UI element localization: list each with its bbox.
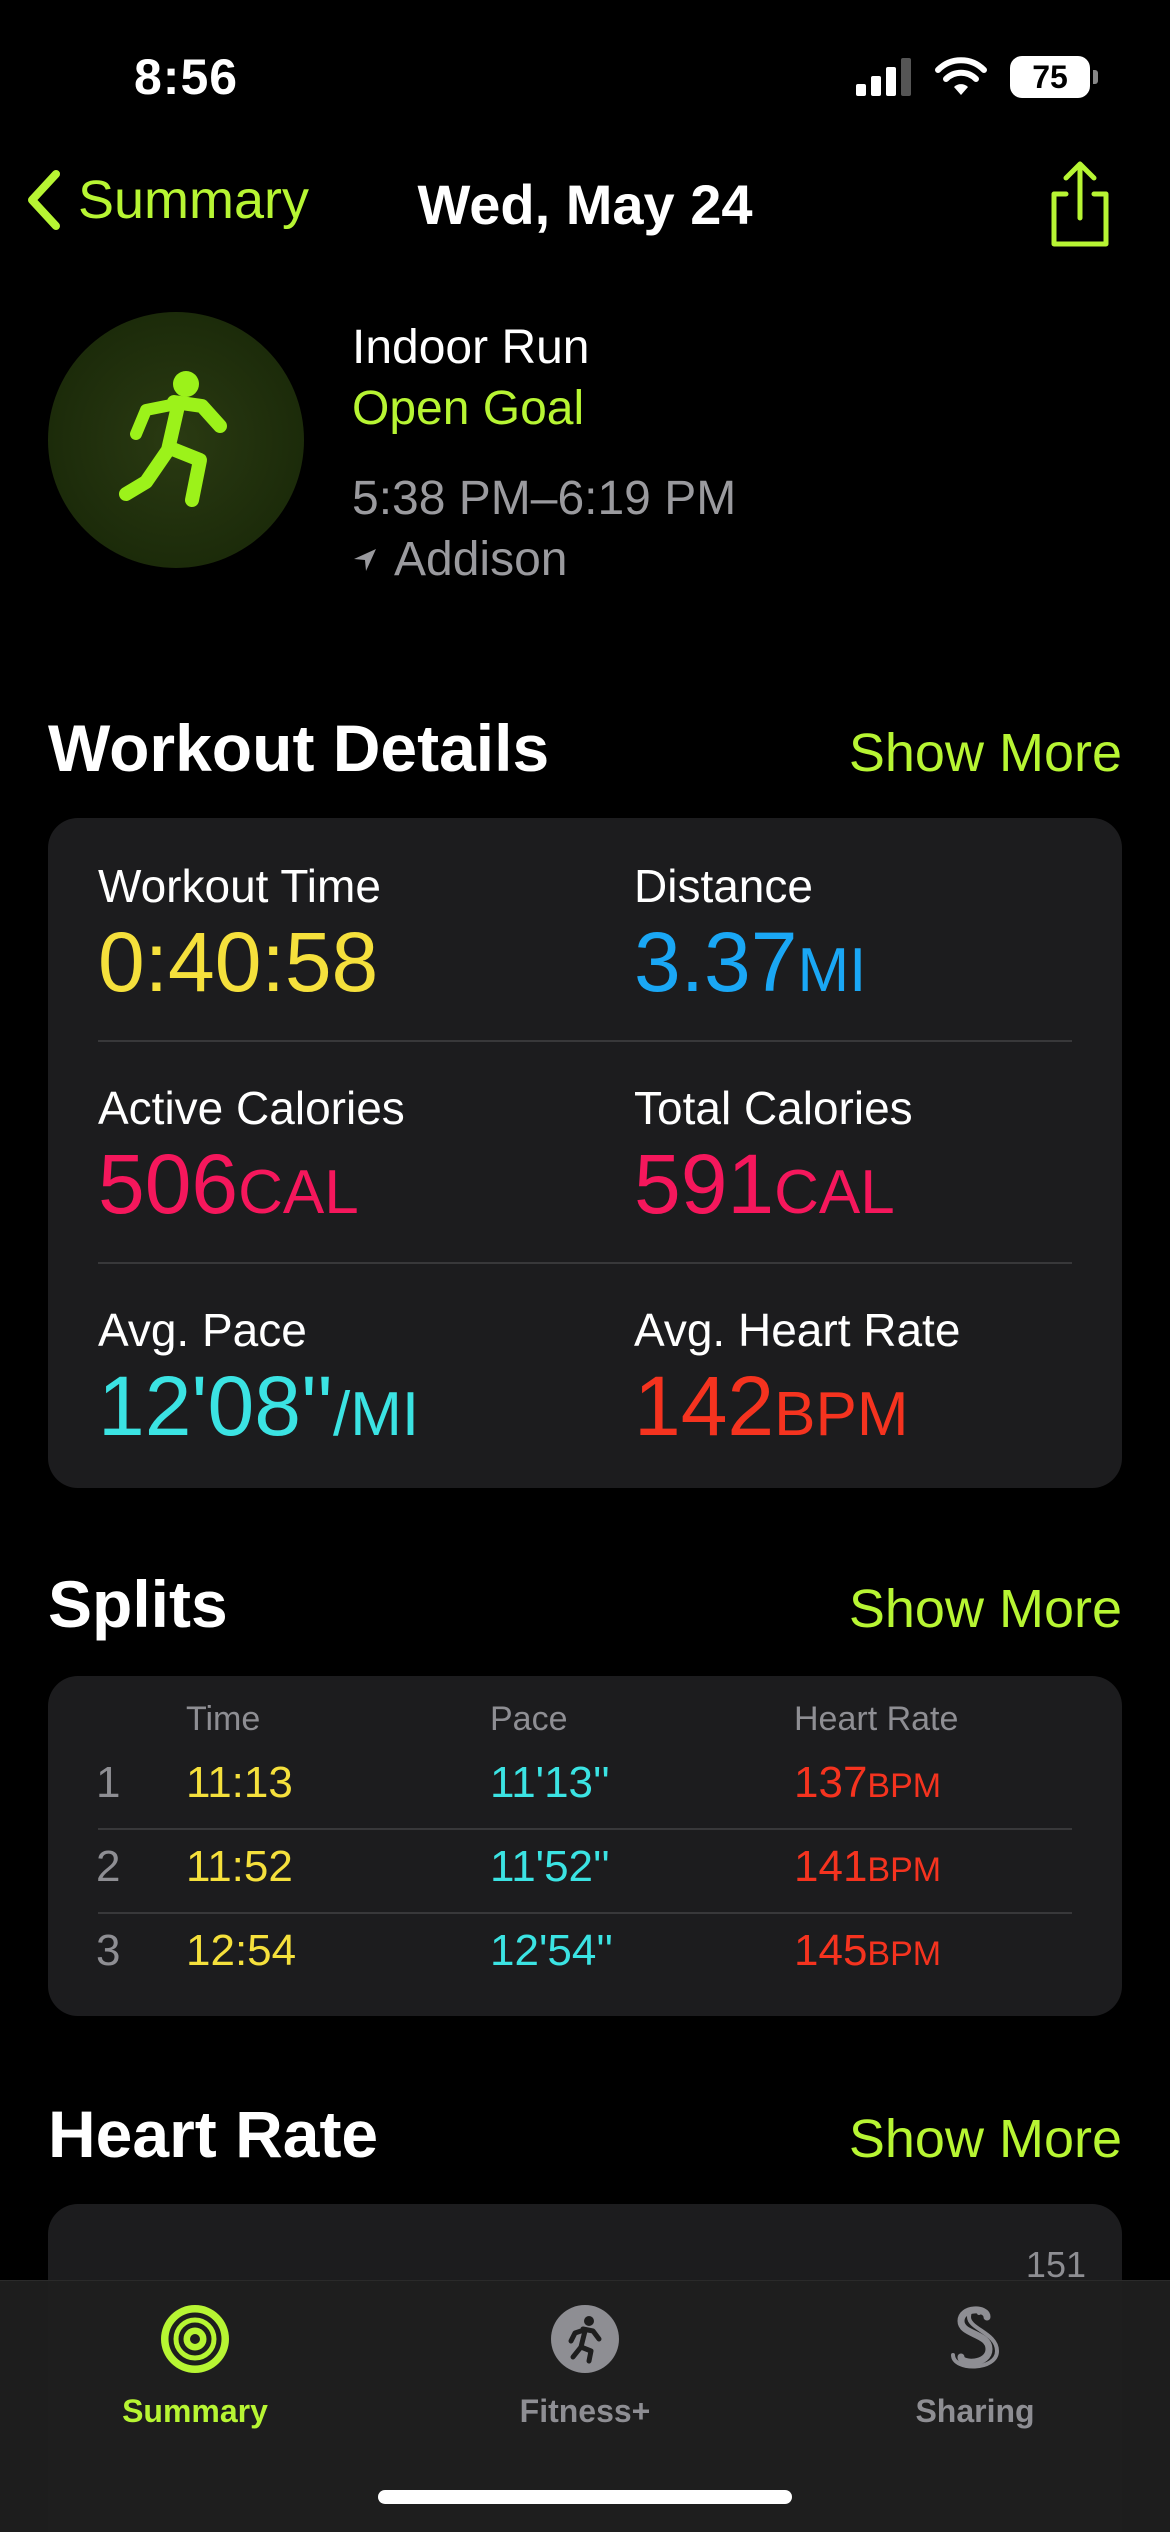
- workout-details-title: Workout Details: [48, 711, 550, 785]
- tab-label: Summary: [122, 2393, 268, 2429]
- metric-value: 142BPM: [634, 1359, 909, 1453]
- wifi-icon: [935, 57, 987, 95]
- metric-label: Total Calories: [634, 1082, 913, 1134]
- split-row: 2 11:52 11'52'' 141BPM: [48, 1828, 1122, 1912]
- splits-card: Time Pace Heart Rate 1 11:13 11'13'' 137…: [48, 1676, 1122, 2016]
- split-heart-rate: 145BPM: [794, 1926, 942, 1975]
- metric-label: Active Calories: [98, 1082, 405, 1134]
- avg-heart-rate-metric: Avg. Heart Rate 142BPM: [634, 1302, 1134, 1463]
- home-indicator: [378, 2490, 792, 2504]
- tab-fitness-plus[interactable]: Fitness+: [390, 2281, 780, 2481]
- running-figure-icon: [119, 371, 227, 507]
- page-title: Wed, May 24: [417, 173, 753, 236]
- heart-rate-show-more[interactable]: Show More: [849, 2108, 1122, 2170]
- navigation-bar: Summary Wed, May 24: [0, 160, 1170, 250]
- split-row: 3 12:54 12'54'' 145BPM: [48, 1912, 1122, 1996]
- sharing-icon: [951, 2306, 1000, 2369]
- tab-label: Sharing: [915, 2393, 1035, 2429]
- total-calories-metric: Total Calories 591CAL: [634, 1080, 1134, 1241]
- metric-label: Avg. Heart Rate: [634, 1304, 961, 1356]
- workout-name: Indoor Run: [352, 321, 590, 374]
- avg-pace-metric: Avg. Pace 12'08''/MI: [98, 1302, 598, 1463]
- tab-summary[interactable]: Summary: [0, 2281, 390, 2481]
- workout-goal: Open Goal: [352, 382, 585, 435]
- splits-column-pace: Pace: [490, 1700, 568, 1738]
- cellular-signal-icon: [856, 58, 911, 96]
- metric-value: 506CAL: [98, 1137, 359, 1231]
- heart-rate-title: Heart Rate: [48, 2097, 379, 2171]
- split-number: 3: [96, 1926, 121, 1975]
- metric-label: Distance: [634, 860, 813, 912]
- active-calories-metric: Active Calories 506CAL: [98, 1080, 598, 1241]
- share-icon: [1051, 161, 1109, 247]
- metric-label: Workout Time: [98, 860, 381, 912]
- split-number: 1: [96, 1758, 121, 1807]
- split-number: 2: [96, 1842, 121, 1891]
- tab-label: Fitness+: [519, 2393, 651, 2429]
- splits-title: Splits: [48, 1567, 228, 1641]
- split-time: 12:54: [186, 1926, 297, 1975]
- status-icons: 75: [856, 56, 1098, 98]
- share-button[interactable]: [1040, 160, 1120, 250]
- workout-details-header: Workout Details Show More: [48, 710, 1122, 800]
- splits-column-time: Time: [186, 1700, 261, 1738]
- workout-location: Addison: [352, 530, 736, 590]
- divider: [98, 1262, 1072, 1264]
- status-time: 8:56: [134, 49, 239, 105]
- splits-header: Splits Show More: [48, 1566, 1122, 1656]
- location-arrow-icon: [354, 549, 376, 571]
- split-heart-rate: 137BPM: [794, 1758, 942, 1807]
- metric-value: 0:40:58: [98, 915, 379, 1009]
- split-time: 11:13: [186, 1758, 293, 1807]
- workout-details-card: Workout Time 0:40:58 Distance 3.37MI Act…: [48, 818, 1122, 1488]
- heart-rate-header: Heart Rate Show More: [48, 2096, 1122, 2186]
- workout-time-range: 5:38 PM–6:19 PM: [352, 472, 737, 525]
- location-label: Addison: [394, 533, 568, 586]
- indoor-run-icon: [48, 312, 304, 568]
- workout-summary-screen: 8:56 75 Summary Wed, May 24 Indoor Run O…: [0, 0, 1170, 2532]
- split-heart-rate: 141BPM: [794, 1842, 942, 1891]
- workout-info: Indoor Run Open Goal 5:38 PM–6:19 PM Add…: [352, 318, 736, 590]
- metric-value: 12'08''/MI: [98, 1359, 420, 1453]
- split-row: 1 11:13 11'13'' 137BPM: [48, 1744, 1122, 1828]
- divider: [98, 1040, 1072, 1042]
- status-bar: 8:56 75: [0, 0, 1170, 150]
- split-pace: 12'54'': [490, 1926, 614, 1975]
- workout-details-show-more[interactable]: Show More: [849, 722, 1122, 784]
- split-pace: 11'13'': [490, 1758, 610, 1807]
- battery-icon: 75: [1010, 56, 1098, 98]
- tab-sharing[interactable]: Sharing: [780, 2281, 1170, 2481]
- workout-time-metric: Workout Time 0:40:58: [98, 858, 598, 1010]
- splits-show-more[interactable]: Show More: [849, 1578, 1122, 1640]
- metric-value: 3.37MI: [634, 915, 867, 1009]
- activity-rings-icon: [161, 2305, 229, 2373]
- metric-label: Avg. Pace: [98, 1304, 307, 1356]
- distance-metric: Distance 3.37MI: [634, 858, 1134, 1019]
- split-pace: 11'52'': [490, 1842, 610, 1891]
- metric-value: 591CAL: [634, 1137, 895, 1231]
- fitness-plus-icon: [551, 2305, 619, 2373]
- workout-header: Indoor Run Open Goal 5:38 PM–6:19 PM Add…: [48, 312, 1122, 592]
- split-time: 11:52: [186, 1842, 293, 1891]
- splits-column-heart-rate: Heart Rate: [794, 1700, 959, 1738]
